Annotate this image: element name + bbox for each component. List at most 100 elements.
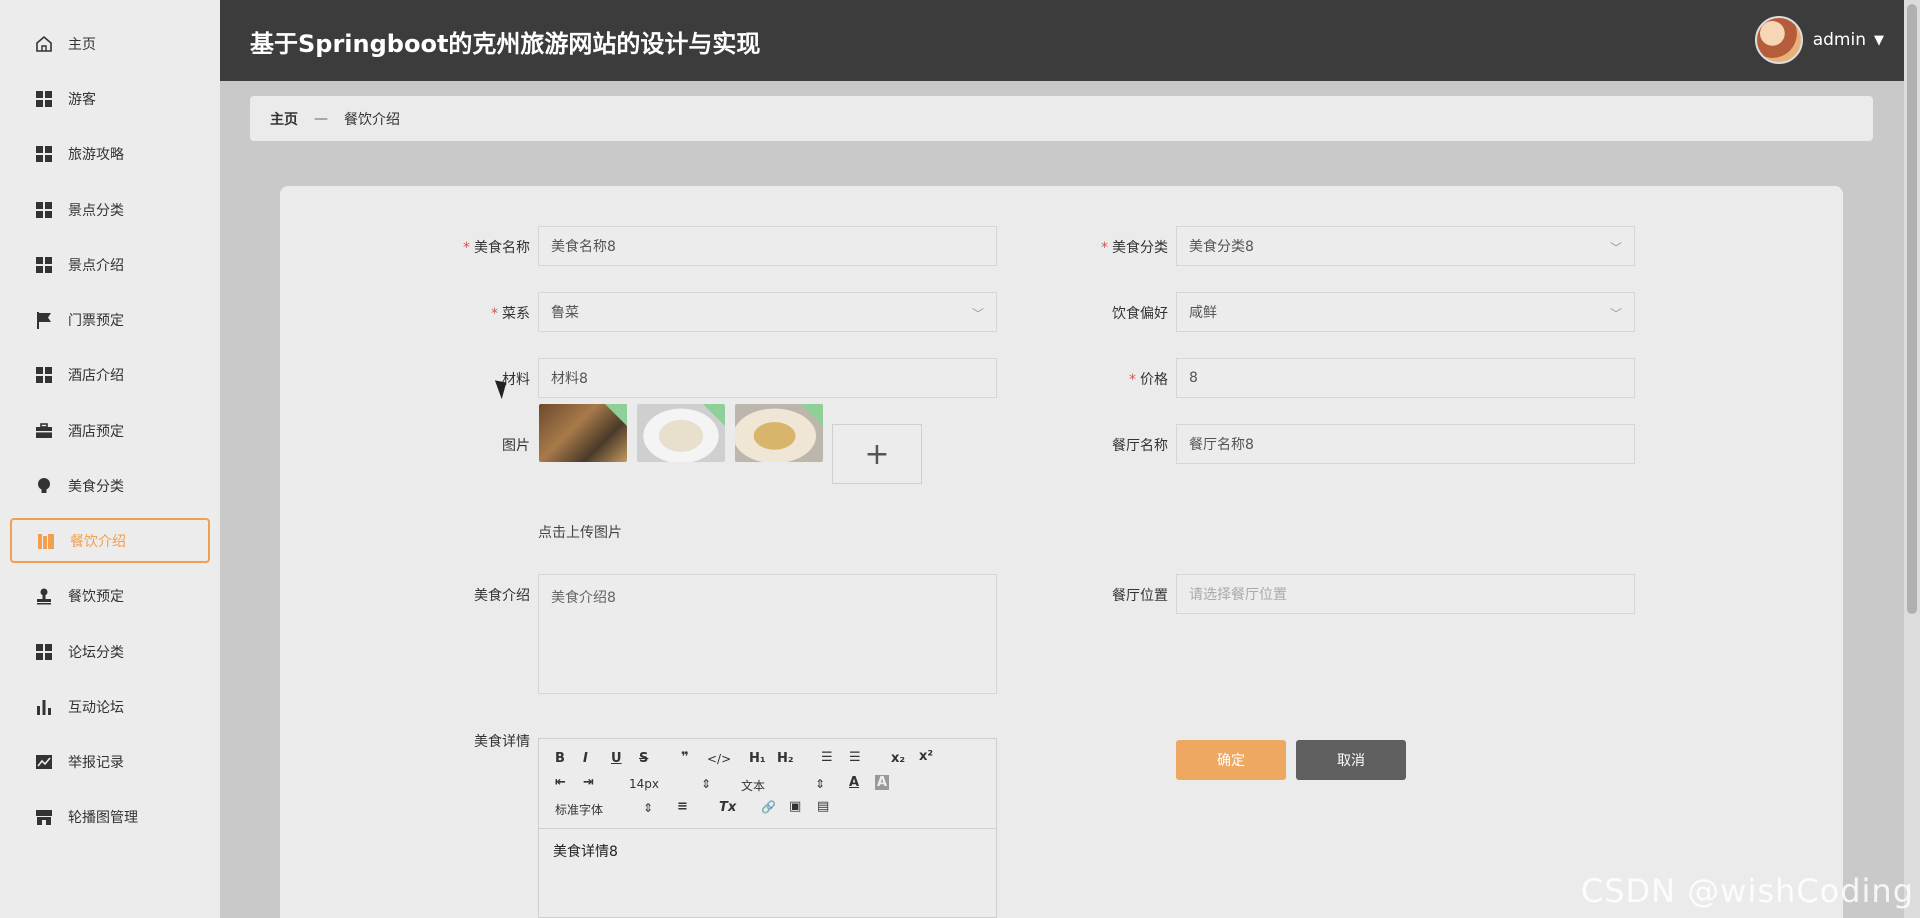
food-detail-label: 美食详情 — [474, 734, 530, 750]
price-label: * 价格 — [1129, 372, 1168, 388]
food-image-thumbnail-2[interactable] — [637, 404, 725, 462]
sidebar-item-tourist[interactable]: 游客 — [10, 76, 210, 121]
underline-button[interactable]: U — [611, 751, 622, 766]
home-icon — [34, 34, 54, 54]
bullet-list-button[interactable]: ☰ — [849, 750, 861, 765]
clean-format-button[interactable]: Tx — [719, 800, 736, 815]
books-icon — [36, 531, 56, 551]
sidebar-item-carousel[interactable]: 轮播图管理 — [10, 794, 210, 839]
grid-icon — [34, 255, 54, 275]
shop-icon — [34, 807, 54, 827]
sidebar-item-food-category[interactable]: 美食分类 — [10, 463, 210, 508]
indent-button[interactable]: ⇥ — [583, 775, 594, 790]
food-intro-textarea[interactable]: 美食介绍8 — [538, 574, 997, 694]
font-size-select[interactable]: 14px — [629, 777, 659, 791]
code-button[interactable]: </> — [707, 752, 731, 766]
food-name-label: * 美食名称 — [463, 240, 530, 256]
food-category-select[interactable]: 美食分类8 ﹀ — [1176, 226, 1635, 266]
grid-icon — [34, 200, 54, 220]
avatar[interactable] — [1754, 16, 1803, 64]
sidebar-item-forum[interactable]: 互动论坛 — [10, 684, 210, 729]
sidebar-item-label: 景点分类 — [68, 202, 124, 219]
updown-icon: ⇕ — [815, 777, 826, 791]
sidebar-item-label: 轮播图管理 — [68, 809, 138, 826]
bar-chart-icon — [34, 697, 54, 717]
food-name-input[interactable]: 美食名称8 — [538, 226, 997, 266]
page-title: 基于Springboot的克州旅游网站的设计与实现 — [250, 30, 761, 58]
grid-icon — [34, 642, 54, 662]
sidebar-item-hotel-booking[interactable]: 酒店预定 — [10, 408, 210, 453]
video-button[interactable]: ▤ — [817, 799, 829, 814]
sidebar-item-travel-guide[interactable]: 旅游攻略 — [10, 131, 210, 176]
scrollbar-thumb[interactable] — [1907, 4, 1917, 614]
h2-button[interactable]: H₂ — [777, 751, 794, 766]
plus-icon: + — [864, 436, 890, 472]
restaurant-name-label: 餐厅名称 — [1112, 438, 1168, 454]
bold-button[interactable]: B — [555, 751, 565, 766]
sidebar-item-label: 酒店介绍 — [68, 367, 124, 384]
italic-button[interactable]: I — [583, 751, 588, 766]
sidebar-item-label: 酒店预定 — [68, 423, 124, 440]
updown-icon: ⇕ — [643, 801, 654, 815]
confirm-button[interactable]: 确定 — [1176, 740, 1286, 780]
chevron-down-icon: ﹀ — [971, 307, 984, 321]
breadcrumb-separator: — — [314, 110, 328, 127]
upload-hint[interactable]: 点击上传图片 — [538, 522, 622, 542]
food-category-value: 美食分类8 — [1189, 239, 1254, 255]
restaurant-location-input[interactable]: 请选择餐厅位置 — [1176, 574, 1635, 614]
sidebar-item-ticket-booking[interactable]: 门票预定 — [10, 297, 210, 342]
text-type-select[interactable]: 文本 — [741, 777, 765, 794]
outdent-button[interactable]: ⇤ — [555, 775, 566, 790]
background-color-button[interactable]: A — [875, 775, 890, 790]
chevron-down-icon: ﹀ — [1609, 241, 1622, 255]
sidebar-item-scenic-intro[interactable]: 景点介绍 — [10, 242, 210, 287]
username[interactable]: admin — [1813, 30, 1866, 50]
breadcrumb-home[interactable]: 主页 — [270, 109, 298, 129]
food-image-thumbnail-3[interactable] — [735, 404, 823, 462]
check-icon — [801, 404, 823, 426]
h1-button[interactable]: H₁ — [749, 751, 766, 766]
sidebar-item-dining-intro[interactable]: 餐饮介绍 — [10, 518, 210, 563]
material-input[interactable]: 材料8 — [538, 358, 997, 398]
cuisine-value: 鲁菜 — [551, 305, 579, 321]
sidebar-item-label: 主页 — [68, 36, 96, 53]
strike-button[interactable]: S — [639, 751, 648, 766]
ordered-list-button[interactable]: ☰ — [821, 750, 833, 765]
quote-button[interactable]: ❞ — [681, 750, 689, 765]
cuisine-select[interactable]: 鲁菜 ﹀ — [538, 292, 997, 332]
sidebar: 主页 游客 旅游攻略 景点分类 景点介绍 门票预定 酒店介绍 酒店预定 美食分类 — [0, 0, 220, 918]
superscript-button[interactable]: x² — [919, 749, 933, 764]
grid-icon — [34, 89, 54, 109]
breadcrumb-current: 餐饮介绍 — [344, 111, 400, 128]
sidebar-item-dining-booking[interactable]: 餐饮预定 — [10, 573, 210, 618]
price-input[interactable]: 8 — [1176, 358, 1635, 398]
font-family-select[interactable]: 标准字体 — [555, 801, 603, 818]
image-upload-button[interactable]: + — [832, 424, 922, 484]
cancel-button[interactable]: 取消 — [1296, 740, 1406, 780]
editor-toolbar: B I U S ❞ </> H₁ H₂ ☰ ☰ x₂ x² ⇤ ⇥ 14px ⇕… — [539, 739, 996, 829]
sidebar-item-label: 互动论坛 — [68, 699, 124, 716]
align-button[interactable]: ≡ — [677, 799, 688, 814]
caret-down-icon[interactable]: ▼ — [1874, 33, 1884, 48]
check-icon — [605, 404, 627, 426]
page-scrollbar[interactable] — [1904, 0, 1920, 918]
font-color-button[interactable]: A — [849, 775, 859, 790]
sidebar-item-hotel-intro[interactable]: 酒店介绍 — [10, 352, 210, 397]
bulb-icon — [34, 476, 54, 496]
sidebar-item-forum-category[interactable]: 论坛分类 — [10, 629, 210, 674]
editor-content[interactable]: 美食详情8 — [553, 841, 618, 861]
sidebar-item-label: 门票预定 — [68, 312, 124, 329]
food-image-thumbnail-1[interactable] — [539, 404, 627, 462]
restaurant-name-input[interactable]: 餐厅名称8 — [1176, 424, 1635, 464]
required-mark: * — [491, 306, 498, 322]
image-label: 图片 — [502, 438, 530, 454]
diet-preference-select[interactable]: 咸鲜 ﹀ — [1176, 292, 1635, 332]
user-menu[interactable]: admin ▼ — [1754, 16, 1884, 64]
sidebar-item-scenic-category[interactable]: 景点分类 — [10, 187, 210, 232]
sidebar-item-home[interactable]: 主页 — [10, 21, 210, 66]
link-button[interactable]: 🔗 — [761, 800, 776, 814]
subscript-button[interactable]: x₂ — [891, 751, 905, 766]
image-button[interactable]: ▣ — [789, 799, 801, 814]
sidebar-item-report-records[interactable]: 举报记录 — [10, 739, 210, 784]
line-chart-icon — [34, 752, 54, 772]
